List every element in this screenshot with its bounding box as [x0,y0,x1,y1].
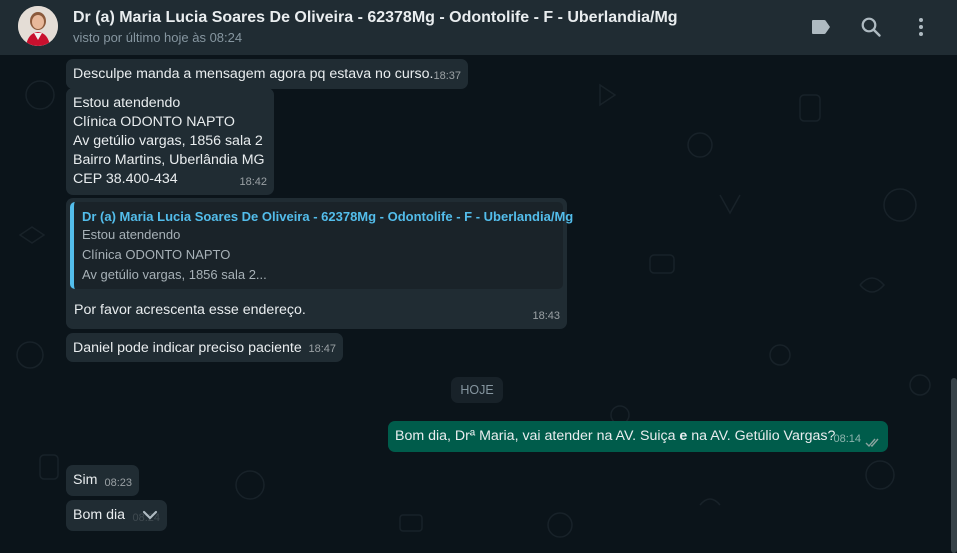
message-list[interactable]: Desculpe manda a mensagem agora pq estav… [0,55,957,553]
label-icon[interactable] [809,15,833,39]
message-time: 18:43 [532,310,560,322]
contact-name[interactable]: Dr (a) Maria Lucia Soares De Oliveira - … [73,9,678,27]
quoted-message[interactable]: Dr (a) Maria Lucia Soares De Oliveira - … [70,202,574,289]
message-time: 18:37 [433,70,461,82]
message-time: 08:14 [833,433,861,445]
last-seen-status: visto por último hoje às 08:24 [73,30,243,45]
message-bubble-reply[interactable]: Dr (a) Maria Lucia Soares De Oliveira - … [66,198,574,329]
quoted-line: Av getúlio vargas, 1856 sala 2... [82,267,267,282]
read-receipt-icon [865,438,879,448]
message-time: 18:47 [308,343,336,355]
message-text-part: Bom dia, Drª Maria, vai atender na AV. S… [395,428,680,444]
day-divider: HOJE [451,377,503,403]
message-text-part: na AV. Getúlio Vargas? [687,428,836,444]
message-text: Estou atendendo Clínica ODONTO NAPTO Av … [73,95,265,187]
chat-header: Dr (a) Maria Lucia Soares De Oliveira - … [0,0,957,55]
message-text: Por favor acrescenta esse endereço. [74,302,306,318]
contact-avatar[interactable] [18,6,58,46]
message-text: Desculpe manda a mensagem agora pq estav… [73,66,434,82]
message-time: 18:42 [239,176,267,188]
quoted-author: Dr (a) Maria Lucia Soares De Oliveira - … [82,209,574,224]
message-text: Daniel pode indicar preciso paciente [73,340,302,356]
message-menu-chevron-icon[interactable] [137,503,163,527]
message-time: 08:23 [104,477,132,489]
message-bubble-incoming[interactable]: Desculpe manda a mensagem agora pq estav… [66,59,468,89]
message-bubble-incoming[interactable]: Sim 08:23 [66,465,139,496]
scrollbar[interactable] [951,378,957,553]
quoted-line: Clínica ODONTO NAPTO [82,247,231,262]
message-bubble-outgoing[interactable]: Bom dia, Drª Maria, vai atender na AV. S… [388,421,888,452]
quoted-line: Estou atendendo [82,227,181,242]
message-bubble-incoming[interactable]: Estou atendendo Clínica ODONTO NAPTO Av … [66,88,274,195]
menu-dots-icon[interactable] [909,15,933,39]
message-bubble-incoming[interactable]: Daniel pode indicar preciso paciente 18:… [66,333,343,362]
search-icon[interactable] [859,15,883,39]
message-text: Bom dia, Drª Maria, vai atender na AV. S… [395,427,835,446]
